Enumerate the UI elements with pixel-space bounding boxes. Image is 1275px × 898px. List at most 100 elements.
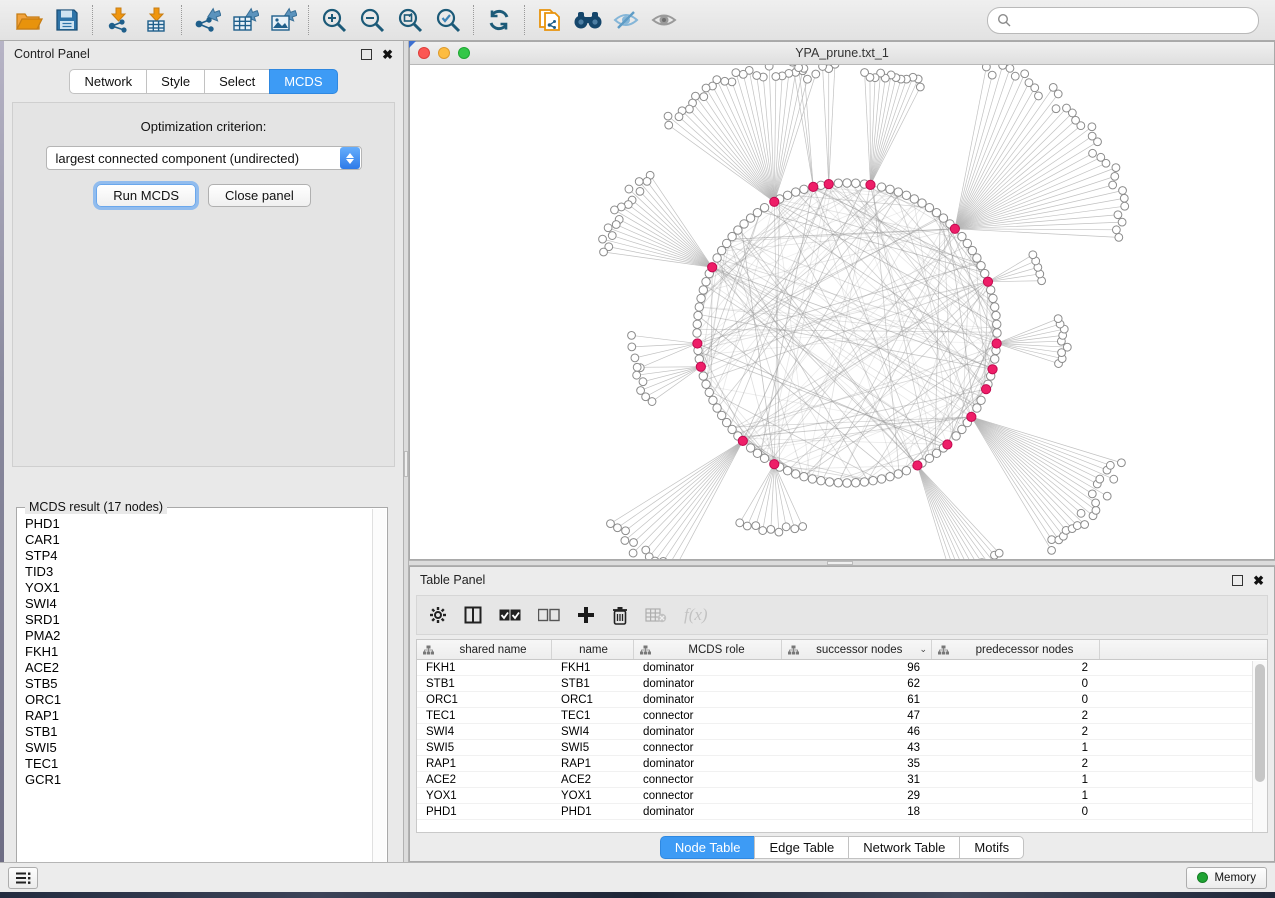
optimization-criterion-dropdown[interactable]: largest connected component (undirected) <box>46 146 362 170</box>
ring-node[interactable] <box>817 477 825 485</box>
ring-node[interactable] <box>977 396 985 404</box>
leaf-node[interactable] <box>732 69 740 77</box>
leaf-node[interactable] <box>1096 475 1104 483</box>
mcds-hub-node[interactable] <box>981 385 990 394</box>
leaf-node[interactable] <box>1025 79 1033 87</box>
leaf-node[interactable] <box>767 525 775 533</box>
leaf-node[interactable] <box>599 235 607 243</box>
ring-node[interactable] <box>910 195 918 203</box>
ring-node[interactable] <box>834 179 842 187</box>
ring-node[interactable] <box>709 396 717 404</box>
first-neighbors-button[interactable] <box>569 3 607 37</box>
leaf-node[interactable] <box>752 522 760 530</box>
leaf-node[interactable] <box>630 539 638 547</box>
table-row[interactable]: ACE2ACE2connector311 <box>417 772 1267 788</box>
leaf-node[interactable] <box>648 398 656 406</box>
leaf-node[interactable] <box>1054 90 1062 98</box>
refresh-view-button[interactable] <box>480 3 518 37</box>
ring-node[interactable] <box>717 246 725 254</box>
leaf-node[interactable] <box>799 523 807 531</box>
ring-node[interactable] <box>702 380 710 388</box>
clone-network-button[interactable] <box>531 3 569 37</box>
ring-node[interactable] <box>783 191 791 199</box>
leaf-node[interactable] <box>1029 251 1037 259</box>
export-image-button[interactable] <box>264 3 302 37</box>
delete-table-button[interactable] <box>645 607 667 623</box>
ring-node[interactable] <box>713 254 721 262</box>
mcds-result-item[interactable]: SRD1 <box>25 612 371 628</box>
leaf-node[interactable] <box>1088 132 1096 140</box>
table-row[interactable]: TEC1TEC1connector472 <box>417 708 1267 724</box>
import-network-button[interactable] <box>99 3 137 37</box>
leaf-node[interactable] <box>743 522 751 530</box>
table-row[interactable]: RAP1RAP1dominator352 <box>417 756 1267 772</box>
ring-node[interactable] <box>991 303 999 311</box>
leaf-node[interactable] <box>995 549 1003 557</box>
ring-node[interactable] <box>877 183 885 191</box>
mcds-hub-node[interactable] <box>696 362 705 371</box>
mcds-result-item[interactable]: STP4 <box>25 548 371 564</box>
leaf-node[interactable] <box>1049 83 1057 91</box>
leaf-node[interactable] <box>604 224 612 232</box>
ring-node[interactable] <box>699 372 707 380</box>
run-mcds-button[interactable]: Run MCDS <box>96 184 196 207</box>
ring-node[interactable] <box>993 320 1001 328</box>
ring-node[interactable] <box>991 355 999 363</box>
mcds-result-item[interactable]: CAR1 <box>25 532 371 548</box>
ring-node[interactable] <box>697 294 705 302</box>
mcds-hub-node[interactable] <box>738 436 747 445</box>
tab-node-table[interactable]: Node Table <box>660 836 755 859</box>
search-field[interactable] <box>987 7 1259 34</box>
mcds-hub-node[interactable] <box>992 339 1001 348</box>
ring-node[interactable] <box>973 254 981 262</box>
leaf-node[interactable] <box>1011 72 1019 80</box>
leaf-node[interactable] <box>1110 475 1118 483</box>
add-column-button[interactable] <box>577 606 595 624</box>
ring-node[interactable] <box>992 311 1000 319</box>
ring-node[interactable] <box>860 478 868 486</box>
leaf-node[interactable] <box>608 232 616 240</box>
close-panel-icon[interactable]: ✖ <box>1253 574 1264 587</box>
column-header-predecessor-nodes[interactable]: predecessor nodes <box>932 640 1100 659</box>
ring-node[interactable] <box>713 404 721 412</box>
ring-node[interactable] <box>702 277 710 285</box>
ring-node[interactable] <box>843 479 851 487</box>
leaf-node[interactable] <box>759 527 767 535</box>
leaf-node[interactable] <box>1035 92 1043 100</box>
leaf-node[interactable] <box>625 185 633 193</box>
leaf-node[interactable] <box>1120 194 1128 202</box>
save-session-button[interactable] <box>48 3 86 37</box>
mcds-result-item[interactable]: TID3 <box>25 564 371 580</box>
table-row[interactable]: STB1STB1dominator620 <box>417 676 1267 692</box>
mcds-result-item[interactable]: TEC1 <box>25 756 371 772</box>
mcds-result-item[interactable]: ORC1 <box>25 692 371 708</box>
leaf-node[interactable] <box>639 378 647 386</box>
close-panel-button[interactable]: Close panel <box>208 184 311 207</box>
ring-node[interactable] <box>902 467 910 475</box>
mcds-hub-node[interactable] <box>913 461 922 470</box>
leaf-node[interactable] <box>861 69 869 77</box>
ring-node[interactable] <box>694 311 702 319</box>
network-graph[interactable] <box>410 65 1274 559</box>
leaf-node[interactable] <box>1112 164 1120 172</box>
network-canvas[interactable] <box>410 65 1274 559</box>
leaf-node[interactable] <box>629 549 637 557</box>
leaf-node[interactable] <box>1121 202 1129 210</box>
result-list-scrollbar[interactable] <box>372 509 386 877</box>
leaf-node[interactable] <box>1103 492 1111 500</box>
leaf-node[interactable] <box>1097 153 1105 161</box>
ring-node[interactable] <box>918 199 926 207</box>
mcds-result-item[interactable]: FKH1 <box>25 644 371 660</box>
show-columns-button[interactable] <box>464 606 482 624</box>
task-history-button[interactable] <box>8 867 38 889</box>
ring-node[interactable] <box>852 179 860 187</box>
memory-button[interactable]: Memory <box>1186 867 1267 889</box>
column-header-name[interactable]: name <box>552 640 634 659</box>
leaf-node[interactable] <box>775 528 783 536</box>
leaf-node[interactable] <box>753 72 761 80</box>
zoom-fit-button[interactable] <box>391 3 429 37</box>
leaf-node[interactable] <box>1072 116 1080 124</box>
open-file-button[interactable] <box>10 3 48 37</box>
leaf-node[interactable] <box>685 105 693 113</box>
ring-node[interactable] <box>791 470 799 478</box>
